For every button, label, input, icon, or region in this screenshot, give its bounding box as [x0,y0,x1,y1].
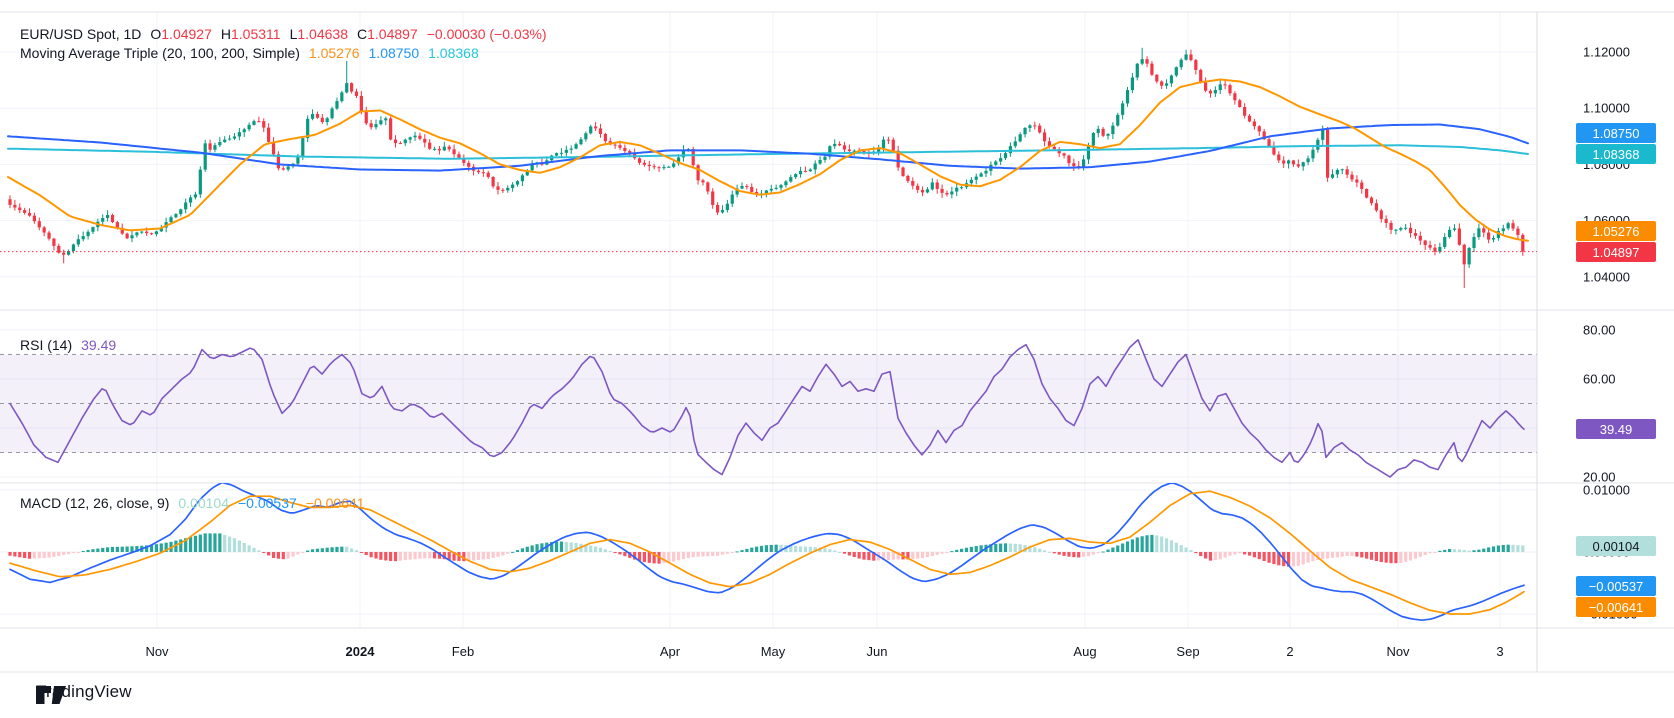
symbol-header[interactable]: EUR/USD Spot, 1D O 1.04927 H 1.05311 L 1.04… [20,26,547,42]
ohlc-low: L 1.04638 [289,26,348,42]
svg-text:1.10000: 1.10000 [1583,101,1630,116]
macd-line-value: −0.00537 [238,495,297,511]
svg-text:2024: 2024 [346,644,376,659]
tradingview-chart: 1.120001.100001.080001.060001.0400080.00… [0,0,1674,718]
svg-text:Sep: Sep [1176,644,1199,659]
svg-text:3: 3 [1496,644,1503,659]
svg-text:Nov: Nov [1386,644,1410,659]
ma100-price-badge: 1.08750 [1576,123,1656,143]
svg-text:Jun: Jun [867,644,888,659]
macd-hist-badge: 0.00104 [1576,536,1656,556]
macd-line-badge: −0.00537 [1576,576,1656,596]
svg-text:60.00: 60.00 [1583,372,1616,387]
tradingview-logo[interactable]: TradingView [36,682,132,704]
svg-text:Feb: Feb [452,644,474,659]
tradingview-logo-icon [36,686,66,704]
macd-signal-value: −0.00641 [305,495,365,511]
ma20-value: 1.05276 [308,45,360,61]
change-value: −0.00030 (−0.03%) [426,26,547,42]
svg-text:80.00: 80.00 [1583,323,1616,338]
svg-text:2: 2 [1286,644,1293,659]
ma100-value: 1.08750 [368,45,420,61]
macd-indicator-title: MACD (12, 26, close, 9) [20,495,170,511]
svg-text:1.04000: 1.04000 [1583,269,1630,284]
chart-canvas[interactable]: 1.120001.100001.080001.060001.0400080.00… [0,0,1674,674]
rsi-indicator-title: RSI (14) [20,337,73,353]
svg-text:May: May [761,644,786,659]
ma-indicator-header[interactable]: Moving Average Triple (20, 100, 200, Sim… [20,45,479,61]
ohlc-open: O 1.04927 [150,26,212,42]
ohlc-close: C 1.04897 [356,26,418,42]
svg-text:1.12000: 1.12000 [1583,45,1630,60]
rsi-indicator-header[interactable]: RSI (14) 39.49 [20,337,116,353]
ma20-price-badge: 1.05276 [1576,221,1656,241]
macd-indicator-header[interactable]: MACD (12, 26, close, 9) 0.00104 −0.00537… [20,495,365,511]
svg-text:Aug: Aug [1073,644,1096,659]
symbol-title: EUR/USD Spot, 1D [20,26,142,42]
rsi-value: 39.49 [81,337,117,353]
ohlc-high: H 1.05311 [220,26,281,42]
svg-text:Nov: Nov [145,644,169,659]
ma200-price-badge: 1.08368 [1576,144,1656,164]
macd-hist-value: 0.00104 [178,495,229,511]
macd-signal-badge: −0.00641 [1576,597,1656,617]
svg-text:0.01000: 0.01000 [1583,483,1630,498]
last-price-badge: 1.04897 [1576,242,1656,262]
ma-indicator-title: Moving Average Triple (20, 100, 200, Sim… [20,45,300,61]
ma200-value: 1.08368 [428,45,479,61]
svg-text:Apr: Apr [660,644,681,659]
rsi-value-badge: 39.49 [1576,419,1656,439]
